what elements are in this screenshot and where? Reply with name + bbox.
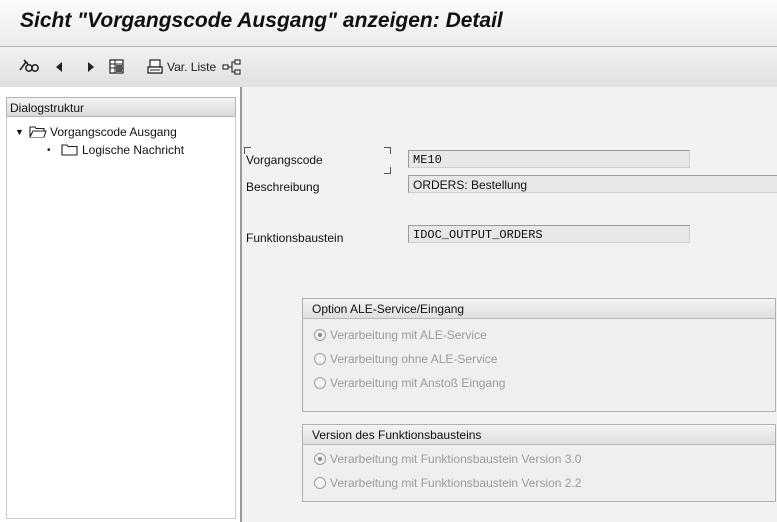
application-toolbar: Var. Liste xyxy=(0,47,777,88)
version-funktionsbaustein-group: Version des Funktionsbausteins Verarbeit… xyxy=(302,424,776,502)
bullet-icon: • xyxy=(47,144,51,156)
tree-item-vorgangscode-ausgang[interactable]: ▼ Vorgangscode Ausgang xyxy=(15,123,177,141)
vorgangscode-label: Vorgangscode xyxy=(246,153,323,167)
dialog-structure-panel: Dialogstruktur ▼ Vorgangscode Ausgang • … xyxy=(0,87,240,522)
radio-anstoss-eingang[interactable]: Verarbeitung mit Anstoß Eingang xyxy=(314,376,505,390)
beschreibung-label: Beschreibung xyxy=(246,180,320,194)
folder-icon xyxy=(61,144,78,156)
folder-open-icon xyxy=(29,126,47,138)
structure-button[interactable] xyxy=(222,58,242,76)
triangle-left-icon xyxy=(56,62,62,72)
radio-selected-icon[interactable] xyxy=(314,329,326,341)
radio-label: Verarbeitung mit ALE-Service xyxy=(330,328,487,342)
expand-arrow-icon[interactable]: ▼ xyxy=(15,127,29,137)
beschreibung-field[interactable]: ORDERS: Bestellung xyxy=(408,175,777,193)
radio-unselected-icon[interactable] xyxy=(314,353,326,365)
vorgangscode-field[interactable]: ME10 xyxy=(408,150,690,168)
tree-item-label: Vorgangscode Ausgang xyxy=(50,125,177,139)
radio-unselected-icon[interactable] xyxy=(314,477,326,489)
glasses-pencil-icon xyxy=(19,59,39,72)
funktionsbaustein-field[interactable]: IDOC_OUTPUT_ORDERS xyxy=(408,225,690,243)
printer-icon xyxy=(147,59,163,74)
funktionsbaustein-label: Funktionsbaustein xyxy=(246,231,344,245)
radio-selected-icon[interactable] xyxy=(314,453,326,465)
group-title: Version des Funktionsbausteins xyxy=(303,425,775,445)
radio-label: Verarbeitung mit Funktionsbaustein Versi… xyxy=(330,452,582,466)
dialog-structure-header: Dialogstruktur xyxy=(6,97,236,117)
radio-ale-service[interactable]: Verarbeitung mit ALE-Service xyxy=(314,328,487,342)
var-liste-label: Var. Liste xyxy=(167,60,217,74)
title-bar: Sicht "Vorgangscode Ausgang" anzeigen: D… xyxy=(0,0,777,47)
detail-area: Vorgangscode ME10 Beschreibung ORDERS: B… xyxy=(242,87,777,522)
tree-item-label: Logische Nachricht xyxy=(82,143,185,157)
option-ale-service-group: Option ALE-Service/Eingang Verarbeitung … xyxy=(302,298,776,412)
previous-entry-button[interactable] xyxy=(54,58,64,76)
next-entry-button[interactable] xyxy=(86,58,96,76)
page-title: Sicht "Vorgangscode Ausgang" anzeigen: D… xyxy=(20,9,503,32)
radio-ohne-ale-service[interactable]: Verarbeitung ohne ALE-Service xyxy=(314,352,497,366)
radio-unselected-icon[interactable] xyxy=(314,377,326,389)
triangle-right-icon xyxy=(88,62,94,72)
select-all-button[interactable] xyxy=(108,58,126,76)
radio-version-2-2[interactable]: Verarbeitung mit Funktionsbaustein Versi… xyxy=(314,476,581,490)
display-change-button[interactable] xyxy=(18,58,40,76)
radio-version-3-0[interactable]: Verarbeitung mit Funktionsbaustein Versi… xyxy=(314,452,581,466)
radio-label: Verarbeitung mit Anstoß Eingang xyxy=(330,376,506,390)
focus-bracket xyxy=(384,167,391,174)
dialog-structure-tree: ▼ Vorgangscode Ausgang • Logische Nachri… xyxy=(6,117,236,519)
focus-bracket xyxy=(384,147,391,154)
group-title: Option ALE-Service/Eingang xyxy=(303,299,775,319)
radio-label: Verarbeitung ohne ALE-Service xyxy=(330,352,498,366)
hierarchy-icon xyxy=(222,59,241,75)
tree-item-logische-nachricht[interactable]: • Logische Nachricht xyxy=(47,141,184,159)
var-liste-button[interactable]: Var. Liste xyxy=(146,58,216,76)
radio-label: Verarbeitung mit Funktionsbaustein Versi… xyxy=(330,476,582,490)
table-select-icon xyxy=(109,59,124,74)
